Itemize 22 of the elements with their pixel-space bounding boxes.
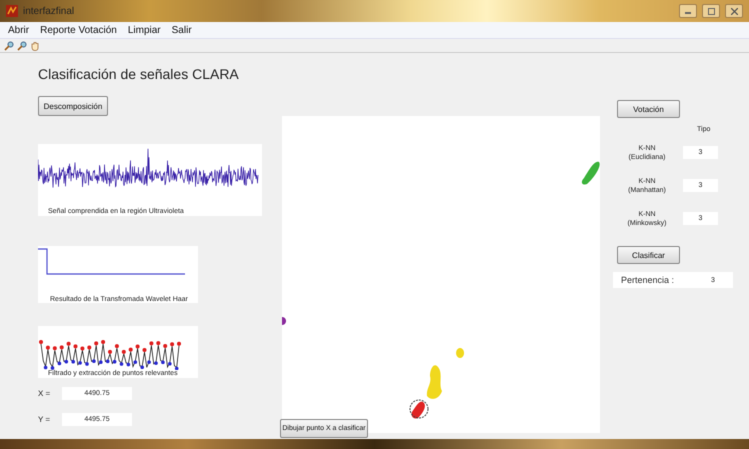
hand-icon[interactable]: [30, 40, 40, 50]
close-icon: [730, 8, 738, 14]
app-icon: [6, 5, 18, 17]
decompose-button[interactable]: Descomposición: [38, 96, 108, 116]
vote-button[interactable]: Votación: [617, 100, 680, 118]
menu-item[interactable]: Salir: [172, 24, 192, 36]
window-title: interfazfinal: [23, 6, 74, 16]
page-heading: Clasificación de señales CLARA: [38, 65, 239, 83]
classify-button[interactable]: Clasificar: [617, 246, 680, 264]
target-marker: [410, 400, 428, 418]
menu-item[interactable]: Reporte Votación: [40, 24, 117, 36]
zoom-in-icon[interactable]: [4, 40, 14, 50]
zoom-out-icon[interactable]: [17, 40, 27, 50]
minimize-button[interactable]: [679, 4, 697, 18]
menu-item[interactable]: Limpiar: [128, 24, 161, 36]
maximize-button[interactable]: [702, 4, 720, 18]
membership-label: Pertenencia :: [620, 275, 676, 285]
coordinate-label: X =: [38, 388, 52, 398]
coordinate-label: Y =: [38, 414, 52, 424]
menu-item[interactable]: Abrir: [8, 24, 30, 36]
close-button[interactable]: [725, 4, 743, 18]
maximize-icon: [708, 8, 714, 14]
